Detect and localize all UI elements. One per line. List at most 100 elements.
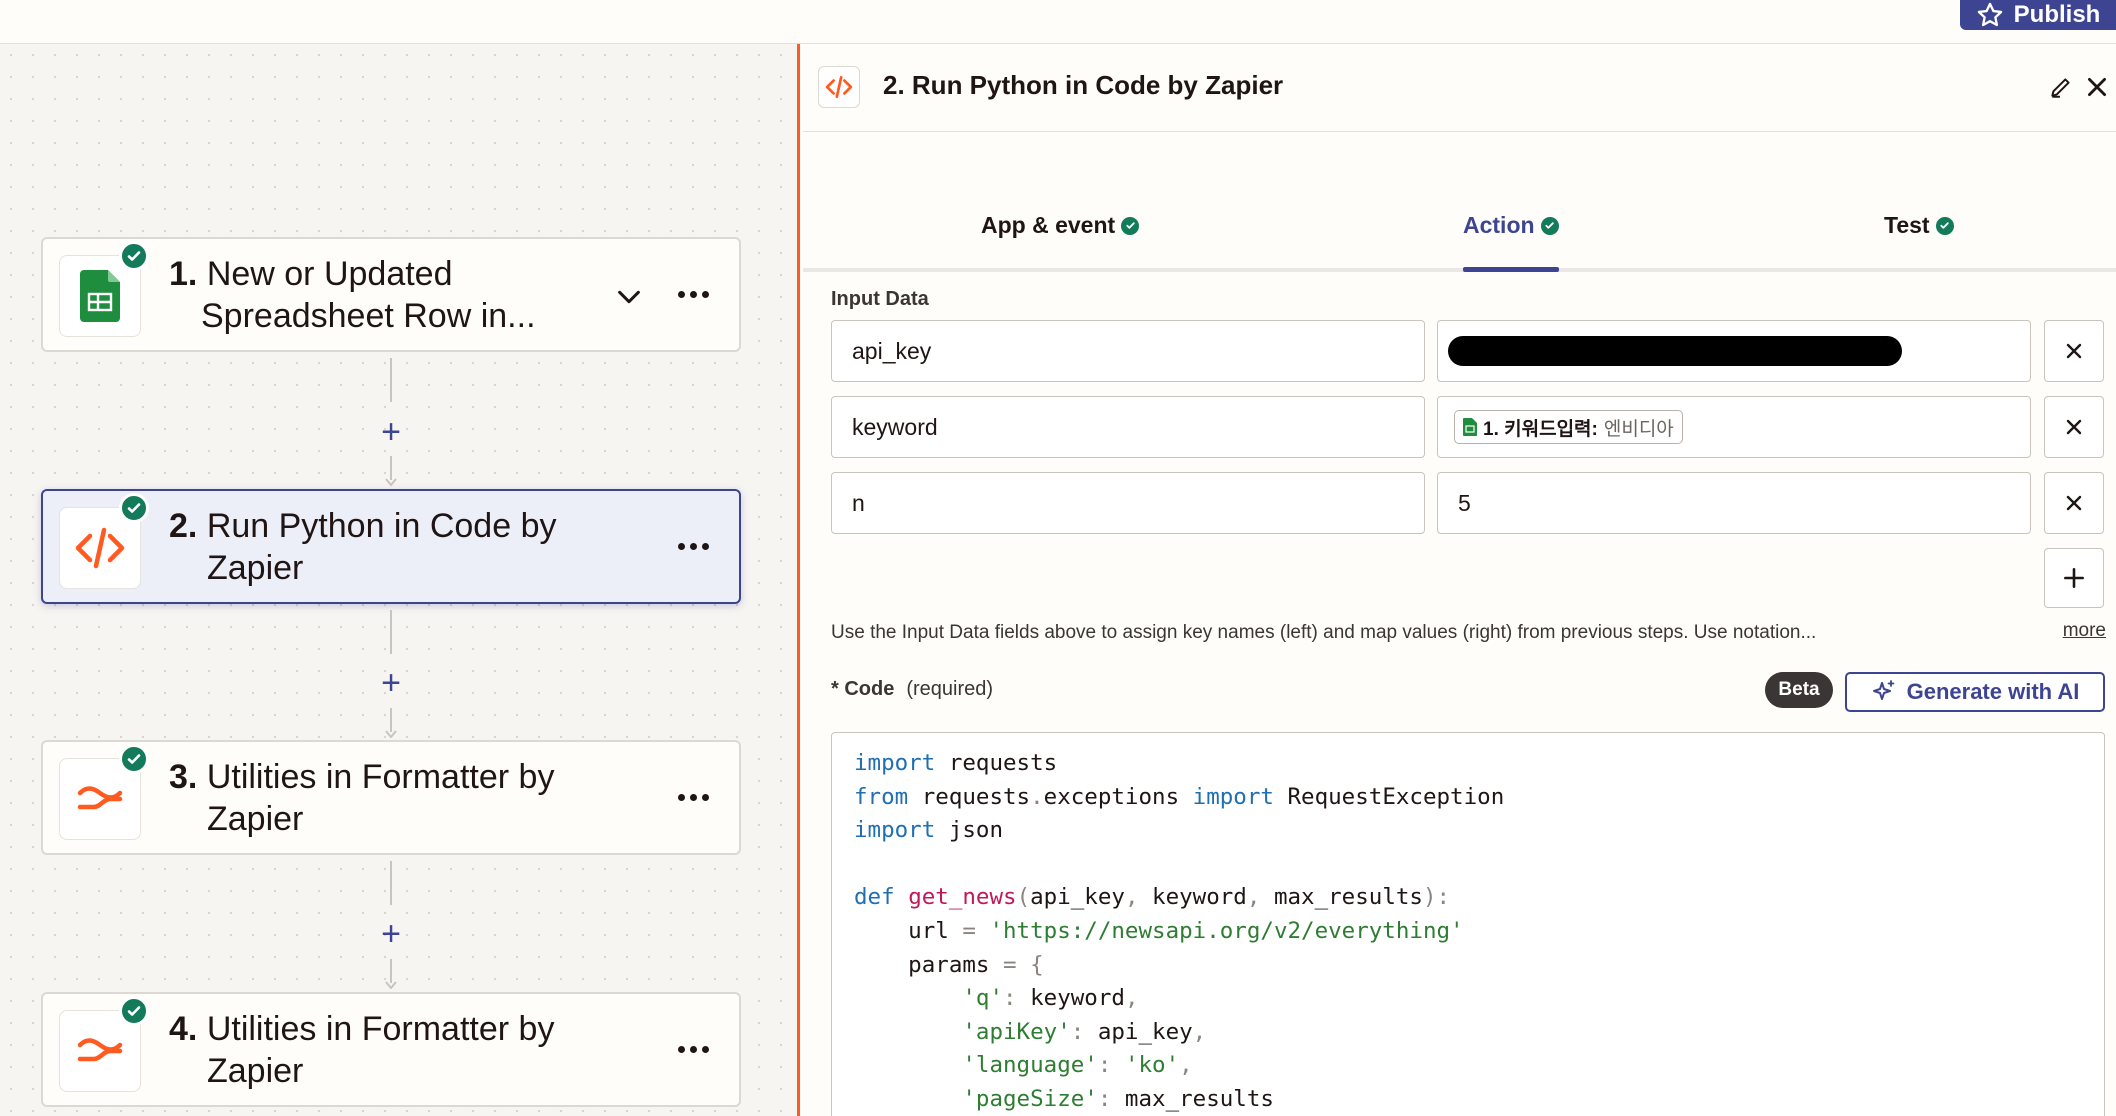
beta-badge: Beta — [1765, 672, 1833, 708]
step-more-menu-icon[interactable] — [673, 782, 713, 812]
code-content: import requests from requests.exceptions… — [854, 750, 1505, 1112]
step-tabs: App & event Action Test — [803, 132, 2116, 272]
step-card-3[interactable]: 3. Utilities in Formatter by Zapier — [41, 740, 741, 855]
step-editor-panel: 2. Run Python in Code by Zapier App & ev… — [803, 44, 2116, 1116]
panel-header: 2. Run Python in Code by Zapier — [803, 44, 2116, 132]
step-title-line1: Utilities in Formatter by — [206, 1010, 555, 1048]
pencil-icon[interactable] — [2048, 74, 2074, 100]
tab-test[interactable]: Test — [1884, 212, 1954, 239]
add-step-button[interactable]: + — [374, 666, 408, 700]
step-number: 4. — [169, 1010, 198, 1048]
tab-label: Test — [1884, 212, 1930, 238]
panel-app-icon — [818, 66, 860, 108]
step-title: 3. Utilities in Formatter by Zapier — [169, 756, 589, 840]
connector-line — [390, 456, 392, 480]
code-label-text: * Code — [831, 678, 895, 700]
input-key-text: api_key — [852, 337, 932, 364]
input-value-field[interactable]: 5 — [1437, 472, 2031, 534]
step-more-menu-icon[interactable] — [673, 531, 713, 561]
close-icon — [2066, 343, 2082, 359]
step-complete-icon — [119, 744, 149, 774]
mapped-field-pill[interactable]: 1. 키워드입력: 엔비디아 — [1454, 410, 1683, 444]
input-value-text: 5 — [1458, 489, 1471, 516]
pill-value: 엔비디아 — [1603, 418, 1674, 440]
remove-row-button[interactable] — [2044, 396, 2104, 458]
google-sheets-icon — [80, 270, 120, 322]
more-link[interactable]: more — [2063, 620, 2106, 642]
step-more-menu-icon[interactable] — [673, 279, 713, 309]
arrow-down-icon — [385, 981, 397, 989]
input-key-text: keyword — [852, 413, 938, 440]
panel-title: 2. Run Python in Code by Zapier — [883, 70, 1284, 100]
connector-line — [390, 959, 392, 983]
step-title-line2: Zapier — [207, 549, 304, 587]
add-step-button[interactable]: + — [374, 415, 408, 449]
pill-label: 1. 키워드입력: — [1483, 418, 1598, 440]
arrow-down-icon — [385, 730, 397, 738]
step-number: 3. — [169, 758, 198, 796]
input-data-help-text: Use the Input Data fields above to assig… — [831, 622, 1817, 643]
input-key-field[interactable]: api_key — [831, 320, 1425, 382]
remove-row-button[interactable] — [2044, 472, 2104, 534]
connector-line — [390, 861, 392, 905]
tab-label: App & event — [981, 212, 1116, 238]
publish-button[interactable]: Publish — [1960, 0, 2116, 30]
chevron-down-icon[interactable] — [611, 279, 647, 315]
step-number: 2. — [169, 507, 198, 545]
step-number: 1. — [169, 255, 198, 293]
plus-icon — [2064, 568, 2084, 588]
check-circle-icon — [1540, 216, 1559, 235]
close-icon — [2066, 419, 2082, 435]
input-value-field[interactable]: 1. 키워드입력: 엔비디아 — [1437, 396, 2031, 458]
input-value-field[interactable] — [1437, 320, 2031, 382]
google-sheets-icon — [1463, 418, 1477, 436]
connector-line — [390, 358, 392, 402]
arrow-down-icon — [385, 478, 397, 486]
generate-label: Generate with AI — [1906, 679, 2080, 704]
tab-action[interactable]: Action — [1463, 212, 1559, 239]
check-circle-icon — [1935, 216, 1954, 235]
input-key-field[interactable]: n — [831, 472, 1425, 534]
step-title-line2: Zapier — [207, 800, 304, 838]
tab-app-event[interactable]: App & event — [981, 212, 1140, 239]
step-title: 1. New or Updated Spreadsheet Row in... — [169, 253, 589, 337]
step-title: 4. Utilities in Formatter by Zapier — [169, 1008, 589, 1092]
close-icon[interactable] — [2084, 74, 2110, 100]
input-data-label: Input Data — [831, 288, 929, 310]
step-card-4[interactable]: 4. Utilities in Formatter by Zapier — [41, 992, 741, 1107]
step-complete-icon — [119, 241, 149, 271]
close-icon — [2066, 495, 2082, 511]
star-icon — [1977, 2, 2002, 27]
step-card-1[interactable]: 1. New or Updated Spreadsheet Row in... — [41, 237, 741, 352]
formatter-icon — [77, 1038, 123, 1062]
add-step-button[interactable]: + — [374, 917, 408, 951]
tab-label: Action — [1463, 212, 1535, 238]
step-complete-icon — [119, 493, 149, 523]
top-bar: Publish — [0, 0, 2116, 44]
step-title-line1: Run Python in Code by — [206, 507, 557, 545]
sparkle-icon — [1872, 680, 1895, 700]
step-complete-icon — [119, 996, 149, 1026]
input-key-field[interactable]: keyword — [831, 396, 1425, 458]
step-more-menu-icon[interactable] — [673, 1034, 713, 1064]
input-key-text: n — [852, 489, 865, 516]
step-title: 2. Run Python in Code by Zapier — [169, 505, 589, 589]
code-icon — [75, 527, 125, 569]
step-title-line1: Utilities in Formatter by — [206, 758, 555, 796]
check-circle-icon — [1121, 216, 1140, 235]
step-title-line2: Spreadsheet Row in... — [201, 297, 536, 335]
active-tab-indicator — [1463, 267, 1559, 272]
step-title-line1: New or Updated — [206, 255, 453, 293]
remove-row-button[interactable] — [2044, 320, 2104, 382]
code-icon — [825, 75, 853, 99]
code-editor[interactable]: import requests from requests.exceptions… — [831, 732, 2105, 1116]
required-text: (required) — [906, 678, 994, 700]
connector-line — [390, 610, 392, 654]
add-input-row-button[interactable] — [2044, 548, 2104, 608]
step-card-2[interactable]: 2. Run Python in Code by Zapier — [41, 489, 741, 604]
generate-with-ai-button[interactable]: Generate with AI — [1845, 672, 2105, 712]
redacted-value — [1448, 336, 1902, 366]
step-title-line2: Zapier — [207, 1052, 304, 1090]
formatter-icon — [77, 786, 123, 810]
zap-canvas: 1. New or Updated Spreadsheet Row in... … — [0, 44, 800, 1116]
